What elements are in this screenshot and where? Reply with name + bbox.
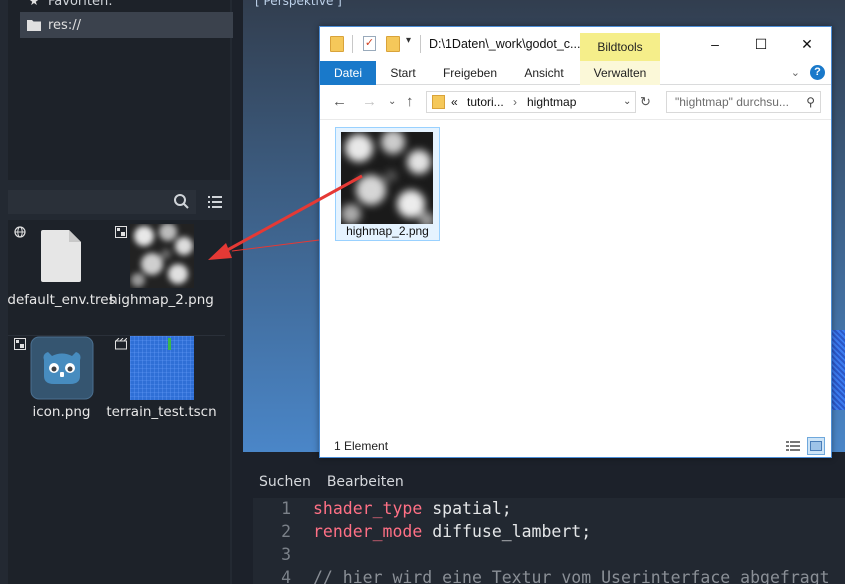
scene-thumbnail: [130, 336, 194, 400]
window-title: D:\1Daten\_work\godot_c...: [429, 37, 581, 51]
toolbar-separator: [352, 35, 353, 53]
breadcrumb-hightmap[interactable]: hightmap: [527, 95, 576, 109]
up-arrow-icon[interactable]: ↑: [406, 93, 414, 110]
toolbar-separator: [420, 35, 421, 53]
document-icon: [40, 230, 81, 282]
address-dropdown-icon[interactable]: ⌄: [623, 96, 631, 107]
line-number: 2: [281, 522, 291, 541]
viewport-perspective-label[interactable]: [ Perspektive ]: [255, 0, 342, 8]
image-type-icon: [115, 226, 127, 238]
ribbon-right-controls: ⌄ ?: [791, 65, 825, 80]
file-item-highmap[interactable]: highmap_2.png: [109, 224, 214, 334]
search-icon: ⚲: [806, 95, 815, 109]
scene-type-icon: [115, 337, 128, 350]
ribbon-tabs: Datei Start Freigeben Ansicht Verwalten: [320, 61, 831, 85]
code-keyword: shader_type: [313, 499, 423, 518]
folder-icon: [26, 19, 42, 31]
file-name: icon.png: [32, 404, 91, 420]
star-icon: ★: [28, 0, 40, 8]
favorites-label: Favoriten:: [48, 0, 113, 9]
properties-icon[interactable]: ✓: [363, 36, 376, 51]
file-item-default-env[interactable]: default_env.tres: [7, 224, 116, 334]
file-name: highmap_2.png: [109, 292, 214, 308]
expand-ribbon-icon[interactable]: ⌄: [791, 66, 800, 79]
customize-toolbar-icon[interactable]: ▾: [406, 35, 411, 46]
close-button[interactable]: ✕: [784, 31, 830, 57]
menu-search[interactable]: Suchen: [259, 474, 311, 490]
tab-verwalten[interactable]: Verwalten: [580, 61, 660, 85]
code-line: 3: [253, 545, 313, 568]
image-type-icon: [14, 338, 26, 350]
menu-edit[interactable]: Bearbeiten: [327, 474, 404, 490]
minimize-button[interactable]: –: [692, 31, 738, 57]
list-view-icon[interactable]: [205, 192, 225, 212]
heightmap-thumbnail: [341, 132, 433, 224]
code-keyword: render_mode: [313, 522, 423, 541]
folder-icon: [330, 36, 344, 52]
file-name: default_env.tres: [7, 292, 116, 308]
folder-search-input[interactable]: "hightmap" durchsu... ⚲: [666, 91, 821, 113]
back-arrow-icon[interactable]: ←: [332, 93, 347, 110]
res-root-label: res://: [48, 17, 81, 33]
forward-arrow-icon[interactable]: →: [362, 93, 377, 110]
filesystem-dock: ★ Favoriten: res:// default_env.tres hig…: [0, 0, 233, 584]
address-row: ← → ⌄ ↑ « tutori... › hightmap ⌄ ↻ "high…: [320, 85, 831, 119]
context-tab-bildtools: Bildtools: [580, 33, 660, 61]
code-comment: // hier wird eine Textur vom Userinterfa…: [313, 568, 830, 584]
globe-icon: [14, 226, 26, 238]
code-text: diffuse_lambert;: [422, 522, 592, 541]
address-bar[interactable]: « tutori... › hightmap ⌄: [426, 91, 636, 113]
line-number: 4: [281, 568, 291, 584]
file-tile-highmap[interactable]: highmap_2.png: [335, 127, 440, 241]
file-item-terrain[interactable]: terrain_test.tscn: [106, 336, 217, 446]
file-item-icon[interactable]: icon.png: [9, 336, 114, 446]
code-line: 2 render_mode diffuse_lambert;: [253, 522, 591, 545]
code-text: spatial;: [422, 499, 512, 518]
breadcrumb-chevron-icon[interactable]: ›: [513, 95, 517, 109]
help-icon[interactable]: ?: [810, 65, 825, 80]
address-overflow[interactable]: «: [451, 95, 458, 109]
explorer-window: ✓ ▾ D:\1Daten\_work\godot_c... Bildtools…: [319, 26, 832, 458]
status-bar: 1 Element: [320, 435, 831, 457]
recent-locations-icon[interactable]: ⌄: [388, 96, 396, 107]
code-line: 1 shader_type spatial;: [253, 499, 512, 522]
line-number: 1: [281, 499, 291, 518]
res-root-item[interactable]: res://: [20, 12, 233, 38]
code-line: 4 // hier wird eine Textur vom Userinter…: [253, 568, 830, 584]
folder-icon: [432, 95, 445, 109]
explorer-titlebar[interactable]: ✓ ▾ D:\1Daten\_work\godot_c... Bildtools…: [320, 27, 831, 61]
maximize-button[interactable]: ☐: [738, 31, 784, 57]
editor-menu-bar: Suchen Bearbeiten: [243, 466, 404, 498]
godot-logo-icon: [30, 336, 94, 400]
file-list-area[interactable]: highmap_2.png: [320, 119, 831, 435]
file-filter-input[interactable]: [8, 190, 196, 214]
tab-freigeben[interactable]: Freigeben: [432, 61, 508, 85]
breadcrumb-tutorial[interactable]: tutori...: [467, 95, 504, 109]
large-icons-view-icon[interactable]: [807, 437, 825, 455]
file-name: terrain_test.tscn: [106, 404, 217, 420]
filesystem-tree: ★ Favoriten: res://: [8, 0, 233, 180]
details-view-icon[interactable]: [784, 437, 802, 455]
search-icon[interactable]: [172, 192, 192, 212]
tab-start[interactable]: Start: [378, 61, 428, 85]
tab-datei[interactable]: Datei: [320, 61, 376, 85]
refresh-icon[interactable]: ↻: [640, 94, 651, 110]
tab-ansicht[interactable]: Ansicht: [510, 61, 578, 85]
line-number: 3: [281, 545, 291, 564]
file-tile-label: highmap_2.png: [346, 224, 429, 238]
heightmap-thumbnail: [130, 224, 194, 288]
search-placeholder: "hightmap" durchsu...: [675, 95, 789, 109]
code-area[interactable]: 1 shader_type spatial; 2 render_mode dif…: [253, 498, 845, 584]
item-count: 1 Element: [334, 439, 389, 453]
new-folder-icon[interactable]: [386, 36, 400, 52]
